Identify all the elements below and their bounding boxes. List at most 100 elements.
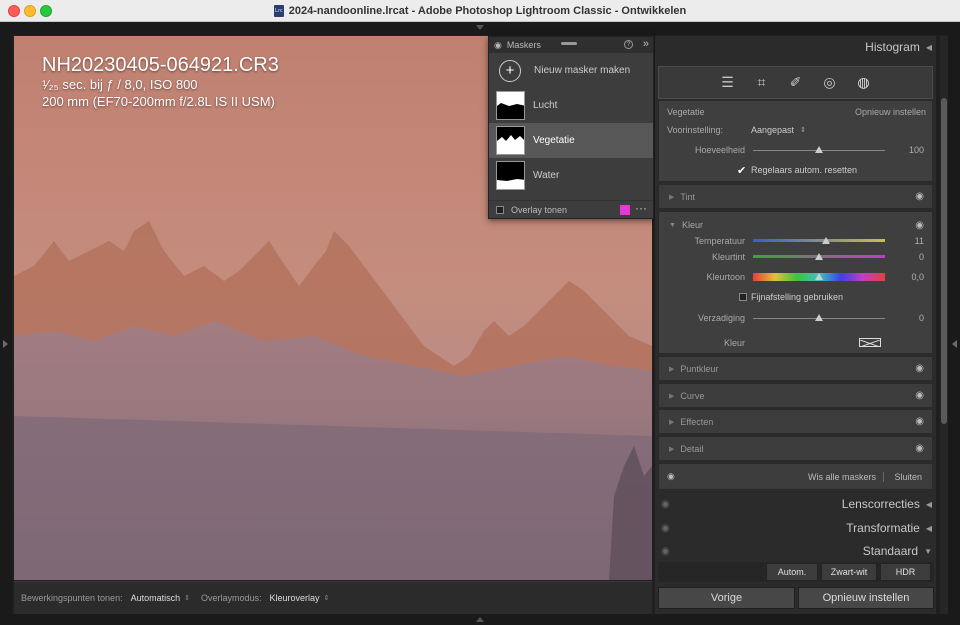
eye-icon[interactable]: ◉ (915, 416, 924, 427)
mask-item-vegetatie[interactable]: Vegetatie (489, 123, 653, 158)
collapse-chevron-icon[interactable]: » (643, 38, 649, 50)
histogram-header[interactable]: Histogram ◀ (655, 36, 936, 58)
standard-header[interactable]: ◉ Standaard ▼ (655, 540, 936, 562)
color-swatch-row: Kleur (659, 336, 932, 350)
updown-icon: ⇕ (323, 595, 330, 602)
preset-select[interactable]: Aangepast (751, 125, 794, 135)
overlay-color-swatch[interactable] (620, 205, 630, 215)
reset-button[interactable]: Opnieuw instellen (798, 587, 934, 609)
temperature-knob[interactable] (821, 237, 830, 244)
mask-label: Water (533, 170, 560, 181)
eye-icon[interactable]: ◉ (915, 443, 924, 454)
masks-panel-header[interactable]: ◉ Maskers ? » (489, 37, 653, 53)
reset-mask-button[interactable]: Opnieuw instellen (855, 107, 926, 117)
lens-corrections-header[interactable]: ◉ Lenscorrecties ◀ (655, 493, 936, 515)
new-mask-button[interactable]: + Nieuw masker maken (489, 53, 653, 88)
red-eye-icon[interactable]: ◎ (813, 74, 847, 91)
color-section-title: Kleur (682, 220, 704, 230)
photo-lens: 200 mm (EF70-200mm f/2.8L IS II USM) (42, 94, 275, 109)
color-picker-swatch[interactable] (859, 338, 881, 348)
section-label: Effecten (680, 416, 714, 427)
hdr-button[interactable]: HDR (880, 563, 931, 581)
bw-button[interactable]: Zwart-wit (821, 563, 877, 581)
hue-value[interactable]: 0,0 (911, 272, 924, 282)
eye-icon[interactable]: ◉ (915, 390, 924, 401)
zoom-window-button[interactable] (40, 5, 52, 17)
eye-icon[interactable]: ◉ (915, 363, 924, 374)
section-tint[interactable]: ▶ Tint ◉ (658, 184, 933, 209)
crop-icon[interactable]: ⌗ (745, 74, 779, 91)
mask-item-water[interactable]: Water (489, 158, 653, 193)
eye-icon[interactable]: ◉ (661, 546, 670, 557)
eye-icon[interactable]: ◉ (661, 499, 670, 510)
overlay-checkbox[interactable] (496, 205, 504, 214)
section-detail[interactable]: ▶ Detail ◉ (658, 436, 933, 461)
window-titlebar: Lrc 2024-nandoonline.lrcat - Adobe Photo… (0, 0, 960, 22)
masking-icon[interactable]: ◍ (847, 74, 881, 91)
top-panel-toggle[interactable] (12, 22, 948, 35)
expand-arrow-icon: ▶ (669, 445, 675, 453)
left-panel-collapse[interactable] (0, 22, 12, 625)
clear-all-masks-button[interactable]: Wis alle maskers (808, 472, 876, 482)
fine-tune-row[interactable]: Fijnafstelling gebruiken (659, 290, 932, 304)
tint-value[interactable]: 0 (919, 252, 924, 262)
bottom-panel-toggle[interactable] (12, 614, 948, 625)
overlay-toggle-row[interactable]: Overlay tonen ··· (489, 200, 653, 218)
temperature-value[interactable]: 11 (915, 236, 924, 246)
histogram-title: Histogram (865, 40, 920, 54)
amount-row: Hoeveelheid 100 (659, 143, 932, 157)
expand-arrow-icon: ▶ (669, 365, 675, 373)
amount-value[interactable]: 100 (909, 145, 924, 155)
expand-arrow-icon: ▶ (669, 193, 675, 201)
checkmark-icon[interactable]: ✔ (737, 164, 746, 177)
mask-thumbnail (496, 126, 525, 155)
temperature-label: Temperatuur (694, 236, 745, 246)
photo-filename: NH20230405-064921.CR3 (42, 54, 279, 76)
saturation-knob[interactable] (815, 314, 823, 321)
eye-icon[interactable]: ◉ (494, 40, 502, 51)
collapse-arrow-icon[interactable]: ▼ (669, 222, 676, 229)
eye-icon[interactable]: ◉ (915, 220, 924, 231)
previous-button[interactable]: Vorige (658, 587, 795, 609)
drag-handle[interactable] (561, 42, 577, 45)
section-puntkleur[interactable]: ▶ Puntkleur ◉ (658, 356, 933, 381)
close-window-button[interactable] (8, 5, 20, 17)
reset-sliders-row[interactable]: ✔ Regelaars autom. resetten (659, 163, 932, 177)
eye-icon[interactable]: ◉ (667, 471, 675, 482)
scrollbar-thumb[interactable] (941, 98, 947, 424)
temperature-row: Temperatuur 11 (659, 234, 932, 248)
heal-eraser-icon[interactable]: ✐ (779, 74, 813, 91)
mask-actions-row: ◉ Wis alle maskers Sluiten (658, 463, 933, 490)
no-color-icon (859, 339, 881, 348)
hue-knob[interactable] (815, 273, 823, 280)
tint-knob[interactable] (815, 253, 823, 260)
fine-tune-checkbox[interactable] (739, 293, 747, 301)
more-options-icon[interactable]: ··· (635, 201, 647, 215)
temperature-slider[interactable] (753, 239, 885, 242)
section-curve[interactable]: ▶ Curve ◉ (658, 383, 933, 408)
mask-item-lucht[interactable]: Lucht (489, 88, 653, 123)
amount-knob[interactable] (815, 146, 823, 153)
section-effecten[interactable]: ▶ Effecten ◉ (658, 409, 933, 434)
collapse-icon: ◀ (925, 42, 932, 52)
edit-sliders-icon[interactable]: ☰ (711, 74, 745, 91)
saturation-value[interactable]: 0 (919, 313, 924, 323)
close-masks-button[interactable]: Sluiten (894, 472, 922, 482)
overlay-mode-select[interactable]: Kleuroverlay (270, 593, 320, 603)
eye-icon[interactable]: ◉ (915, 191, 924, 202)
transform-header[interactable]: ◉ Transformatie ◀ (655, 517, 936, 539)
minimize-window-button[interactable] (24, 5, 36, 17)
overlay-label: Overlay tonen (511, 204, 568, 215)
bottom-toolbar: Bewerkingspunten tonen: Automatisch ⇕ Ov… (14, 581, 652, 614)
points-select[interactable]: Automatisch (131, 593, 181, 603)
eye-icon[interactable]: ◉ (661, 523, 670, 534)
collapse-right-icon (952, 340, 957, 348)
amount-label: Hoeveelheid (694, 145, 745, 155)
right-panel-edge[interactable] (948, 22, 960, 625)
tint-row: Kleurtint 0 (659, 250, 932, 264)
auto-button[interactable]: Autom. (766, 563, 818, 581)
right-panel-scrollbar[interactable] (940, 36, 948, 614)
preset-label: Voorinstelling: (667, 125, 724, 135)
help-icon[interactable]: ? (624, 40, 633, 49)
window-title: 2024-nandoonline.lrcat - Adobe Photoshop… (288, 4, 687, 17)
